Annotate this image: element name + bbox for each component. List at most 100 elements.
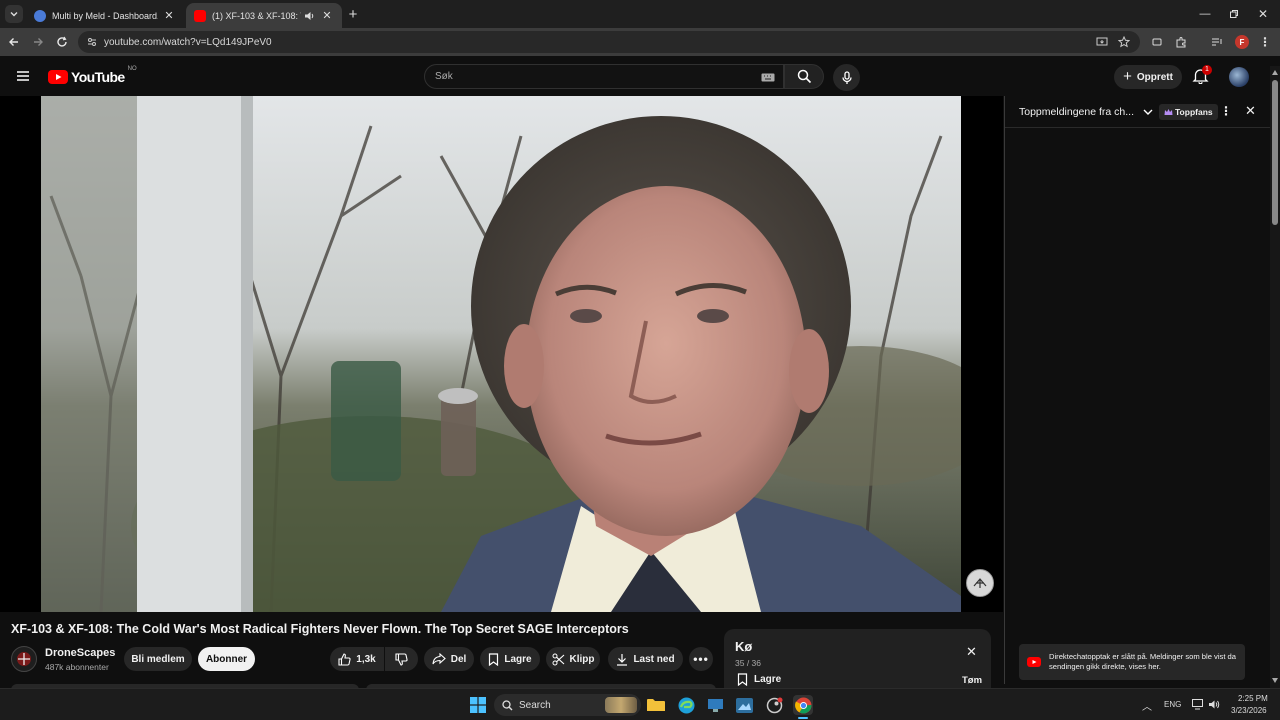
chat-more-options-icon[interactable]: ⋮ bbox=[1220, 104, 1232, 118]
thumbs-down-icon bbox=[395, 652, 408, 666]
forward-button[interactable] bbox=[29, 33, 47, 51]
clip-button[interactable]: Klipp bbox=[546, 647, 600, 671]
top-fans-badge[interactable]: Toppfans bbox=[1159, 104, 1218, 120]
steam-app-icon[interactable] bbox=[764, 695, 784, 715]
install-app-icon[interactable] bbox=[1096, 36, 1108, 48]
channel-watermark[interactable] bbox=[966, 569, 994, 597]
close-queue-icon[interactable]: ✕ bbox=[966, 644, 977, 660]
thumbs-up-icon bbox=[338, 652, 351, 666]
create-label: Opprett bbox=[1136, 71, 1173, 83]
scrollbar-thumb[interactable] bbox=[1272, 80, 1278, 225]
download-icon bbox=[617, 653, 628, 666]
arrow-right-icon bbox=[34, 38, 43, 46]
puzzle-icon bbox=[1176, 37, 1186, 48]
subscriber-count: 487k abonnenter bbox=[45, 662, 109, 672]
queue-clear-button[interactable]: Tøm bbox=[962, 675, 982, 686]
queue-save-label: Lagre bbox=[754, 674, 782, 685]
video-player[interactable] bbox=[0, 96, 1003, 612]
youtube-play-icon bbox=[1027, 657, 1041, 667]
save-button[interactable]: Lagre bbox=[480, 647, 540, 671]
like-button[interactable]: 1,3k bbox=[330, 647, 384, 671]
voice-search-button[interactable] bbox=[833, 64, 860, 91]
chat-mode-title[interactable]: Toppmeldingene fra ch... bbox=[1019, 106, 1134, 118]
cube-icon bbox=[1152, 38, 1162, 46]
share-button[interactable]: Del bbox=[424, 647, 474, 671]
window-minimize-button[interactable]: — bbox=[1196, 5, 1214, 23]
reload-button[interactable] bbox=[53, 33, 71, 51]
queue-save-button[interactable]: Lagre bbox=[737, 673, 781, 686]
scrollbar-down-arrow[interactable] bbox=[1272, 678, 1278, 683]
bookmark-icon bbox=[489, 652, 499, 666]
notifications-button[interactable]: 1 bbox=[1192, 65, 1212, 87]
address-bar[interactable]: youtube.com/watch?v=LQd149JPeV0 bbox=[78, 31, 1140, 53]
site-info-icon[interactable] bbox=[86, 36, 98, 48]
download-button[interactable]: Last ned bbox=[608, 647, 683, 671]
chat-notice-banner: Direktechatopptak er slått på. Meldinger… bbox=[1019, 644, 1245, 680]
taskbar-search-box[interactable]: Search bbox=[494, 694, 641, 716]
language-indicator[interactable]: ENG bbox=[1164, 700, 1181, 709]
tab-title: (1) XF-103 & XF-108: The C bbox=[212, 10, 301, 21]
tab-youtube-video[interactable]: (1) XF-103 & XF-108: The C ✕ bbox=[186, 3, 342, 28]
share-label: Del bbox=[450, 653, 467, 665]
volume-icon[interactable] bbox=[1208, 699, 1220, 710]
account-avatar[interactable] bbox=[1229, 67, 1249, 87]
more-horizontal-icon: ••• bbox=[693, 652, 709, 666]
active-app-indicator bbox=[798, 717, 808, 719]
subscribe-button[interactable]: Abonner bbox=[198, 647, 255, 671]
keyboard-icon[interactable] bbox=[761, 73, 775, 82]
chat-notice-text: Direktechatopptak er slått på. Meldinger… bbox=[1049, 652, 1236, 671]
speaker-icon[interactable] bbox=[304, 10, 316, 22]
close-tab-icon[interactable]: ✕ bbox=[320, 9, 334, 23]
crown-icon bbox=[1164, 109, 1173, 115]
bookmark-star-icon[interactable] bbox=[1118, 36, 1130, 48]
close-chat-icon[interactable]: ✕ bbox=[1245, 103, 1256, 119]
scrollbar-up-arrow[interactable] bbox=[1272, 70, 1278, 75]
close-tab-icon[interactable]: ✕ bbox=[162, 9, 176, 23]
tab-multi-meld[interactable]: Multi by Meld - Dashboard. ✕ bbox=[26, 3, 184, 28]
tab-search-button[interactable] bbox=[5, 5, 23, 23]
window-close-button[interactable]: ✕ bbox=[1254, 5, 1272, 23]
queue-title: Kø bbox=[735, 639, 753, 654]
extensions-menu-button[interactable] bbox=[1172, 33, 1190, 51]
reload-icon bbox=[57, 36, 67, 47]
profile-avatar[interactable]: F bbox=[1233, 33, 1251, 51]
file-explorer-icon[interactable] bbox=[646, 695, 666, 715]
guide-menu-button[interactable] bbox=[14, 67, 32, 85]
chrome-app-icon[interactable] bbox=[793, 695, 813, 715]
edge-browser-icon[interactable] bbox=[676, 695, 696, 715]
clock-time[interactable]: 2:25 PM bbox=[1238, 694, 1268, 703]
search-input[interactable]: Søk bbox=[424, 64, 784, 89]
queue-count: 35 / 36 bbox=[735, 658, 761, 668]
more-actions-button[interactable]: ••• bbox=[689, 647, 713, 671]
browser-toolbar: youtube.com/watch?v=LQd149JPeV0 F ⋮ bbox=[0, 28, 1280, 56]
channel-name[interactable]: DroneScapes bbox=[45, 647, 115, 659]
window-restore-button[interactable] bbox=[1225, 5, 1243, 23]
channel-avatar[interactable] bbox=[11, 646, 37, 672]
search-highlight-image bbox=[605, 697, 637, 713]
start-button[interactable] bbox=[468, 695, 488, 715]
clip-label: Klipp bbox=[569, 653, 595, 665]
extension-button[interactable] bbox=[1148, 33, 1166, 51]
create-button[interactable]: + Opprett bbox=[1114, 65, 1182, 89]
clock-date[interactable]: 3/23/2026 bbox=[1231, 706, 1267, 715]
search-button[interactable] bbox=[784, 64, 824, 89]
tray-overflow-icon[interactable]: ︿ bbox=[1142, 698, 1152, 713]
share-arrow-icon bbox=[432, 653, 446, 665]
scissors-icon bbox=[552, 653, 564, 665]
save-label: Lagre bbox=[504, 653, 532, 665]
chevron-down-icon[interactable] bbox=[1143, 108, 1153, 116]
video-frame[interactable] bbox=[41, 96, 961, 612]
youtube-logo-text: YouTube bbox=[71, 69, 125, 85]
monitor-app-icon[interactable] bbox=[705, 695, 725, 715]
browser-menu-button[interactable]: ⋮ bbox=[1256, 33, 1274, 51]
dislike-button[interactable] bbox=[385, 647, 418, 671]
back-button[interactable] bbox=[5, 33, 23, 51]
join-button[interactable]: Bli medlem bbox=[124, 647, 192, 671]
network-icon[interactable] bbox=[1192, 699, 1204, 710]
page-scrollbar[interactable] bbox=[1270, 66, 1280, 690]
media-controls-button[interactable] bbox=[1208, 33, 1226, 51]
photos-app-icon[interactable] bbox=[734, 695, 754, 715]
region-code: NO bbox=[127, 66, 137, 72]
new-tab-button[interactable]: + bbox=[344, 5, 362, 23]
youtube-logo[interactable]: YouTube NO bbox=[48, 66, 137, 85]
